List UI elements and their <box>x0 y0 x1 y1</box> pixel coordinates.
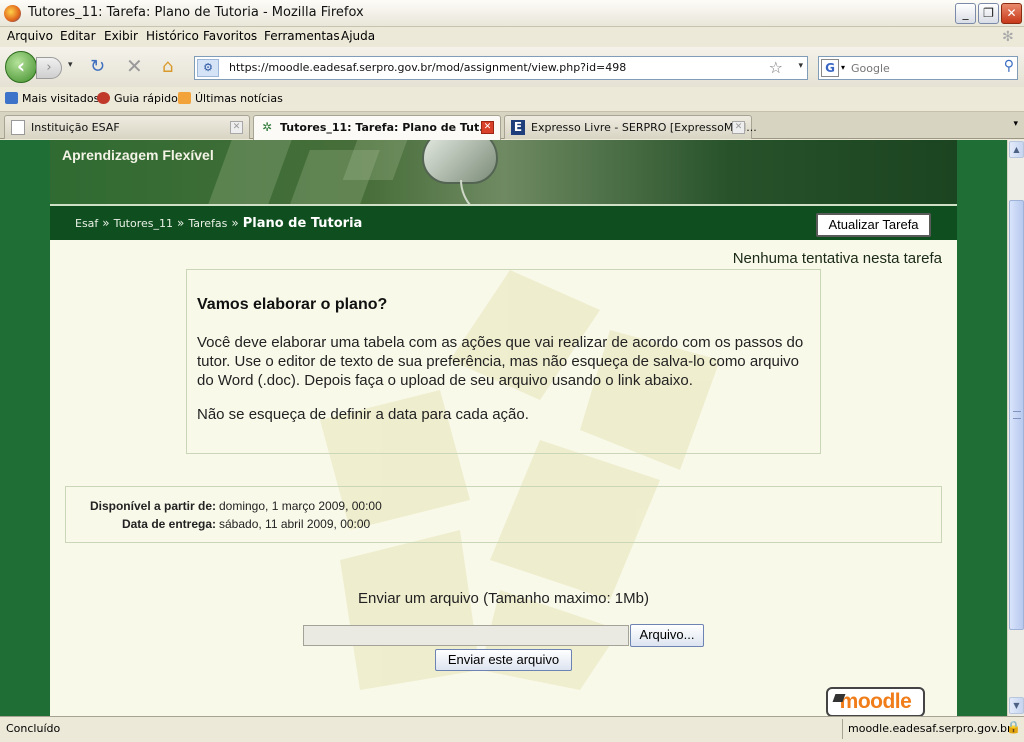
forward-button[interactable]: › <box>36 57 62 79</box>
menu-arquivo[interactable]: Arquivo <box>7 29 53 43</box>
main-content: Nenhuma tentativa nesta tarefa Vamos ela… <box>50 240 957 716</box>
status-text: Concluído <box>6 722 61 735</box>
firefox-guide-icon <box>97 92 110 104</box>
assignment-dates: Disponível a partir de: domingo, 1 março… <box>65 486 942 543</box>
breadcrumb-tarefas[interactable]: Tarefas <box>188 217 227 230</box>
menu-ferramentas[interactable]: Ferramentas <box>264 29 340 43</box>
menu-favoritos[interactable]: Favoritos <box>203 29 257 43</box>
back-button[interactable]: ‹ <box>5 51 37 83</box>
page-icon <box>11 120 25 135</box>
throbber-icon: ✻ <box>1002 29 1014 45</box>
breadcrumb-tutores[interactable]: Tutores_11 <box>114 217 173 230</box>
list-all-tabs-icon[interactable]: ▾ <box>1013 119 1018 129</box>
send-file-button[interactable]: Enviar este arquivo <box>435 649 572 671</box>
tab-expresso-livre[interactable]: E Expresso Livre - SERPRO [ExpressoMail.… <box>504 115 757 139</box>
home-icon[interactable]: ⌂ <box>162 56 173 77</box>
browse-file-button[interactable]: Arquivo... <box>630 624 704 647</box>
folder-icon <box>5 92 18 104</box>
menu-editar[interactable]: Editar <box>60 29 96 43</box>
rss-icon <box>178 92 191 104</box>
breadcrumb-separator: » <box>231 216 239 230</box>
bookmarks-toolbar: Mais visitados Guia rápido Últimas notíc… <box>0 87 1024 112</box>
computer-mouse-image <box>422 140 498 184</box>
firefox-icon <box>4 5 21 22</box>
tab-bar: Instituição ESAF ✕ ✲ Tutores_11: Tarefa:… <box>0 112 1024 140</box>
site-identity-icon[interactable]: ⚙ <box>197 59 219 77</box>
scroll-grip <box>1013 411 1021 419</box>
breadcrumb-esaf[interactable]: Esaf <box>75 217 98 230</box>
navigation-toolbar: ‹ › ▾ ↻ ✕ ⌂ ⚙ https://moodle.eadesaf.ser… <box>0 47 1024 87</box>
tab-close-icon[interactable]: ✕ <box>732 121 745 134</box>
close-window-button[interactable]: ✕ <box>1001 3 1022 24</box>
url-dropdown-icon[interactable]: ▾ <box>798 61 803 71</box>
menu-exibir[interactable]: Exibir <box>104 29 138 43</box>
bookmark-guia-rapido[interactable]: Guia rápido <box>97 92 178 105</box>
menu-ajuda[interactable]: Ajuda <box>341 29 375 43</box>
assignment-description: Vamos elaborar o plano? Você deve elabor… <box>186 269 821 454</box>
breadcrumb-bar: Esaf» Tutores_11» Tarefas» Plano de Tutoria… <box>50 204 957 240</box>
banner-subtitle: Aprendizagem Flexível <box>62 147 214 163</box>
reload-icon[interactable]: ↻ <box>90 56 105 77</box>
file-path-input[interactable] <box>303 625 629 646</box>
engine-dropdown-icon[interactable]: ▾ <box>841 63 845 72</box>
url-text[interactable]: https://moodle.eadesaf.serpro.gov.br/mod… <box>229 61 626 74</box>
attempt-status: Nenhuma tentativa nesta tarefa <box>732 250 942 267</box>
vertical-scrollbar[interactable]: ▲ ▼ <box>1007 140 1024 716</box>
url-bar[interactable]: ⚙ https://moodle.eadesaf.serpro.gov.br/m… <box>194 56 808 80</box>
lock-icon[interactable]: 🔒 <box>1006 720 1021 734</box>
description-paragraph-1: Você deve elaborar uma tabela com as açõ… <box>197 334 804 389</box>
tab-close-icon[interactable]: ✕ <box>481 121 494 134</box>
menu-historico[interactable]: Histórico <box>146 29 199 43</box>
stop-icon[interactable]: ✕ <box>126 54 143 78</box>
status-bar: Concluído moodle.eadesaf.serpro.gov.br 🔒 <box>0 716 1024 742</box>
bookmark-star-icon[interactable]: ☆ <box>769 58 783 77</box>
breadcrumb-separator: » <box>102 216 110 230</box>
menu-bar: Arquivo Editar Exibir Histórico Favorito… <box>0 27 1024 47</box>
due-date-label: Data de entrega: <box>121 517 216 531</box>
breadcrumb-current: Plano de Tutoria <box>242 216 363 231</box>
scroll-thumb[interactable] <box>1009 200 1024 630</box>
due-date-value: sábado, 11 abril 2009, 00:00 <box>219 517 371 531</box>
tab-close-icon[interactable]: ✕ <box>230 121 243 134</box>
bookmark-ultimas-noticias[interactable]: Últimas notícias <box>178 92 283 105</box>
page-viewport: Aprendizagem Flexível Esaf» Tutores_11» Ta… <box>0 140 1007 716</box>
esaf-favicon-icon: ✲ <box>261 120 273 134</box>
available-from-value: domingo, 1 março 2009, 00:00 <box>219 499 382 513</box>
history-dropdown-icon[interactable]: ▾ <box>68 60 73 70</box>
window-title: Tutores_11: Tarefa: Plano de Tutoria - M… <box>28 5 364 20</box>
banner-tile <box>342 140 408 180</box>
breadcrumb-separator: » <box>176 216 185 230</box>
description-paragraph-2: Não se esqueça de definir a data para ca… <box>197 406 529 423</box>
scroll-up-icon[interactable]: ▲ <box>1009 141 1024 158</box>
site-banner: Aprendizagem Flexível <box>50 140 957 220</box>
window-titlebar: Tutores_11: Tarefa: Plano de Tutoria - M… <box>0 0 1024 27</box>
search-input[interactable] <box>851 60 991 76</box>
upload-title: Enviar um arquivo (Tamanho maximo: 1Mb) <box>358 590 649 607</box>
breadcrumb: Esaf» Tutores_11» Tarefas» Plano de Tutoria <box>75 216 362 231</box>
tab-instituicao-esaf[interactable]: Instituição ESAF ✕ <box>4 115 250 139</box>
available-from-label: Disponível a partir de: <box>89 499 216 513</box>
google-engine-icon[interactable]: G <box>821 59 839 77</box>
banner-tile <box>208 140 292 204</box>
expresso-favicon-icon: E <box>511 120 525 135</box>
status-divider <box>842 719 843 739</box>
search-icon[interactable]: ⚲ <box>1004 58 1014 74</box>
scroll-down-icon[interactable]: ▼ <box>1009 697 1024 714</box>
minimize-button[interactable]: _ <box>955 3 976 24</box>
search-box[interactable]: G ▾ ⚲ <box>818 56 1018 80</box>
bookmark-mais-visitados[interactable]: Mais visitados <box>5 92 99 105</box>
tab-tutores-plano[interactable]: ✲ Tutores_11: Tarefa: Plano de Tut... ✕ <box>253 115 501 140</box>
description-heading: Vamos elaborar o plano? <box>197 296 388 313</box>
moodle-logo[interactable]: moodle <box>826 687 925 716</box>
status-host: moodle.eadesaf.serpro.gov.br <box>848 722 1012 735</box>
update-assignment-button[interactable]: Atualizar Tarefa <box>816 213 931 237</box>
restore-button[interactable]: ❐ <box>978 3 999 24</box>
